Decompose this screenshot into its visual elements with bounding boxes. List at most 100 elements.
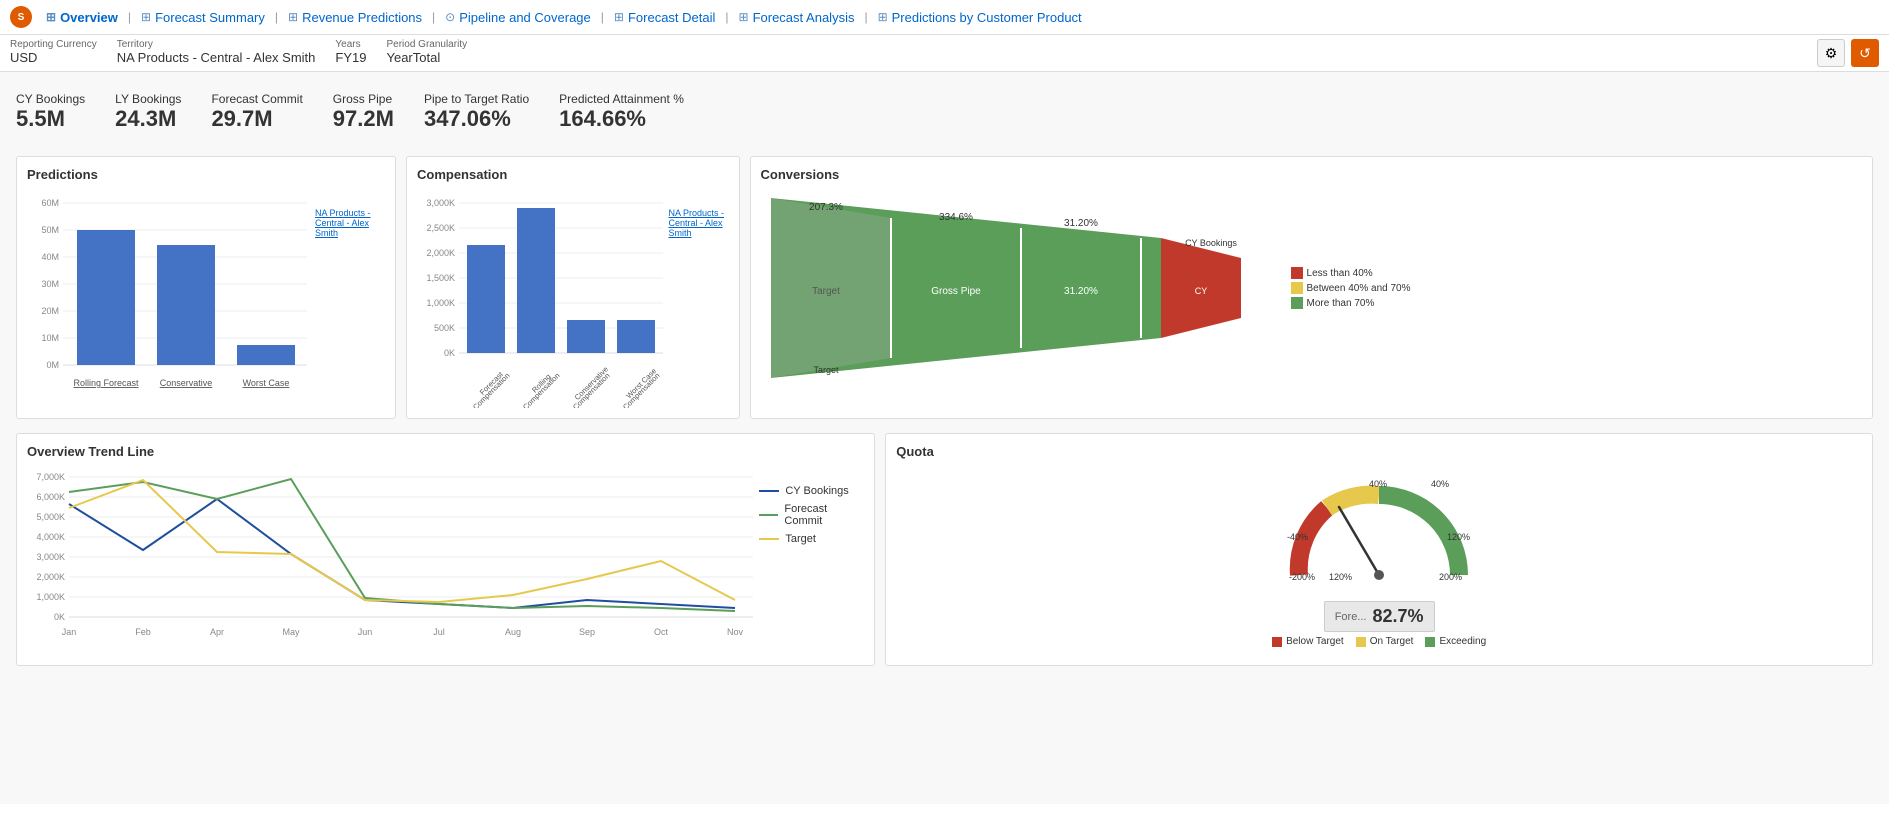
svg-text:200%: 200% [1439, 572, 1462, 582]
trend-line-chart: 7,000K 6,000K 5,000K 4,000K 3,000K 2,000… [27, 465, 753, 655]
svg-text:Gross Pipe: Gross Pipe [931, 286, 981, 297]
conversions-chart-panel: Conversions [750, 156, 1873, 419]
on-target-legend [1356, 637, 1366, 647]
nav-forecast-detail[interactable]: ⊞ Forecast Detail [608, 8, 721, 27]
bottom-row: Overview Trend Line 7,000K 6,000K 5,000K… [16, 433, 1873, 666]
compensation-legend[interactable]: NA Products - Central - Alex Smith [669, 208, 729, 238]
svg-text:207.3%: 207.3% [809, 202, 843, 213]
svg-text:Feb: Feb [135, 627, 151, 637]
svg-text:Apr: Apr [210, 627, 224, 637]
nav-predictions-customer[interactable]: ⊞ Predictions by Customer Product [872, 8, 1088, 27]
revenue-predictions-icon: ⊞ [288, 10, 298, 24]
svg-text:50M: 50M [41, 225, 59, 235]
kpi-row: CY Bookings 5.5M LY Bookings 24.3M Forec… [16, 82, 1873, 142]
nav-forecast-summary[interactable]: ⊞ Forecast Summary [135, 8, 271, 27]
svg-text:2,000K: 2,000K [426, 248, 455, 258]
years-filter: Years FY19 [335, 39, 366, 65]
funnel-chart: Target Target Gross Pipe 31.20% CY 207.3… [761, 188, 1281, 388]
conversions-legend: Less than 40% Between 40% and 70% More t… [1291, 267, 1411, 309]
svg-text:Oct: Oct [654, 627, 669, 637]
svg-text:40M: 40M [41, 252, 59, 262]
svg-text:Nov: Nov [727, 627, 744, 637]
nav-pipeline-coverage[interactable]: ⊙ Pipeline and Coverage [439, 8, 597, 27]
svg-text:120%: 120% [1447, 532, 1470, 542]
svg-text:CY: CY [1194, 286, 1207, 296]
svg-text:500K: 500K [434, 323, 455, 333]
legend-more-70-color [1291, 297, 1303, 309]
forecast-commit-legend-line [759, 514, 778, 516]
refresh-button[interactable]: ↺ [1851, 39, 1879, 67]
svg-text:Conservative: Conservative [160, 378, 213, 388]
exceeding-legend [1425, 637, 1435, 647]
quota-value-box: Fore... 82.7% [1324, 601, 1435, 632]
svg-text:4,000K: 4,000K [36, 532, 65, 542]
kpi-gross-pipe: Gross Pipe 97.2M [333, 92, 394, 132]
territory-filter: Territory NA Products - Central - Alex S… [117, 39, 316, 65]
trend-chart-panel: Overview Trend Line 7,000K 6,000K 5,000K… [16, 433, 875, 666]
kpi-predicted-attainment: Predicted Attainment % 164.66% [559, 92, 684, 132]
svg-text:2,000K: 2,000K [36, 572, 65, 582]
nav-overview[interactable]: ⊞ Overview [40, 8, 124, 27]
svg-text:Jul: Jul [433, 627, 445, 637]
nav-revenue-predictions[interactable]: ⊞ Revenue Predictions [282, 8, 428, 27]
svg-text:40%: 40% [1369, 479, 1387, 489]
gauge-svg: -200% -40% 40% 40% 120% 200% 120% [1269, 465, 1489, 595]
forecast-detail-icon: ⊞ [614, 10, 624, 24]
overview-icon: ⊞ [46, 10, 56, 24]
svg-text:Target: Target [812, 286, 840, 297]
kpi-pipe-target: Pipe to Target Ratio 347.06% [424, 92, 529, 132]
svg-text:30M: 30M [41, 279, 59, 289]
predictions-customer-icon: ⊞ [878, 10, 888, 24]
filter-actions: ⚙ ↺ [1817, 39, 1879, 67]
svg-text:1,000K: 1,000K [426, 298, 455, 308]
svg-text:120%: 120% [1329, 572, 1352, 582]
svg-text:2,500K: 2,500K [426, 223, 455, 233]
svg-text:3,000K: 3,000K [426, 198, 455, 208]
gauge-legend: Below Target On Target Exceeding [1272, 636, 1486, 647]
svg-text:10M: 10M [41, 333, 59, 343]
svg-text:Sep: Sep [579, 627, 595, 637]
svg-text:6,000K: 6,000K [36, 492, 65, 502]
forecast-analysis-icon: ⊞ [739, 10, 749, 24]
legend-between-color [1291, 282, 1303, 294]
below-target-legend [1272, 637, 1282, 647]
pipeline-icon: ⊙ [445, 10, 455, 24]
period-granularity-filter: Period Granularity YearTotal [386, 39, 467, 65]
svg-text:Jan: Jan [62, 627, 77, 637]
settings-button[interactable]: ⚙ [1817, 39, 1845, 67]
kpi-cy-bookings: CY Bookings 5.5M [16, 92, 85, 132]
svg-text:31.20%: 31.20% [1064, 218, 1098, 229]
svg-text:-200%: -200% [1289, 572, 1315, 582]
svg-text:1,500K: 1,500K [426, 273, 455, 283]
svg-text:1,000K: 1,000K [36, 592, 65, 602]
svg-text:7,000K: 7,000K [36, 472, 65, 482]
svg-text:Jun: Jun [358, 627, 373, 637]
svg-text:0K: 0K [54, 612, 65, 622]
quota-gauge: -200% -40% 40% 40% 120% 200% 120% Fore..… [896, 465, 1862, 647]
filter-bar: Reporting Currency USD Territory NA Prod… [0, 35, 1889, 72]
target-legend-line [759, 538, 779, 540]
forecast-summary-icon: ⊞ [141, 10, 151, 24]
cy-bookings-legend-line [759, 490, 779, 492]
svg-text:0M: 0M [46, 360, 59, 370]
logo-icon: S [10, 6, 32, 28]
svg-text:5,000K: 5,000K [36, 512, 65, 522]
svg-text:CY Bookings: CY Bookings [1185, 238, 1237, 248]
compensation-chart-panel: Compensation 3,000K 2,500K 2,000K 1,500K… [406, 156, 740, 419]
legend-less-40-color [1291, 267, 1303, 279]
main-content: CY Bookings 5.5M LY Bookings 24.3M Forec… [0, 72, 1889, 804]
predictions-bar-chart: 60M 50M 40M 30M 20M 10M 0M [27, 188, 307, 408]
svg-text:20M: 20M [41, 306, 59, 316]
kpi-ly-bookings: LY Bookings 24.3M [115, 92, 181, 132]
nav-forecast-analysis[interactable]: ⊞ Forecast Analysis [733, 8, 861, 27]
svg-text:May: May [282, 627, 300, 637]
reporting-currency-filter: Reporting Currency USD [10, 39, 97, 65]
svg-text:-40%: -40% [1287, 532, 1308, 542]
svg-text:3,000K: 3,000K [36, 552, 65, 562]
svg-text:Target: Target [813, 365, 839, 375]
predictions-legend[interactable]: NA Products - Central - Alex Smith [315, 208, 385, 238]
predictions-chart-panel: Predictions 60M 50M 40M 30M 20M 10M 0M [16, 156, 396, 419]
svg-text:Aug: Aug [505, 627, 521, 637]
svg-text:334.6%: 334.6% [939, 212, 973, 223]
top-navigation: S ⊞ Overview | ⊞ Forecast Summary | ⊞ Re… [0, 0, 1889, 35]
